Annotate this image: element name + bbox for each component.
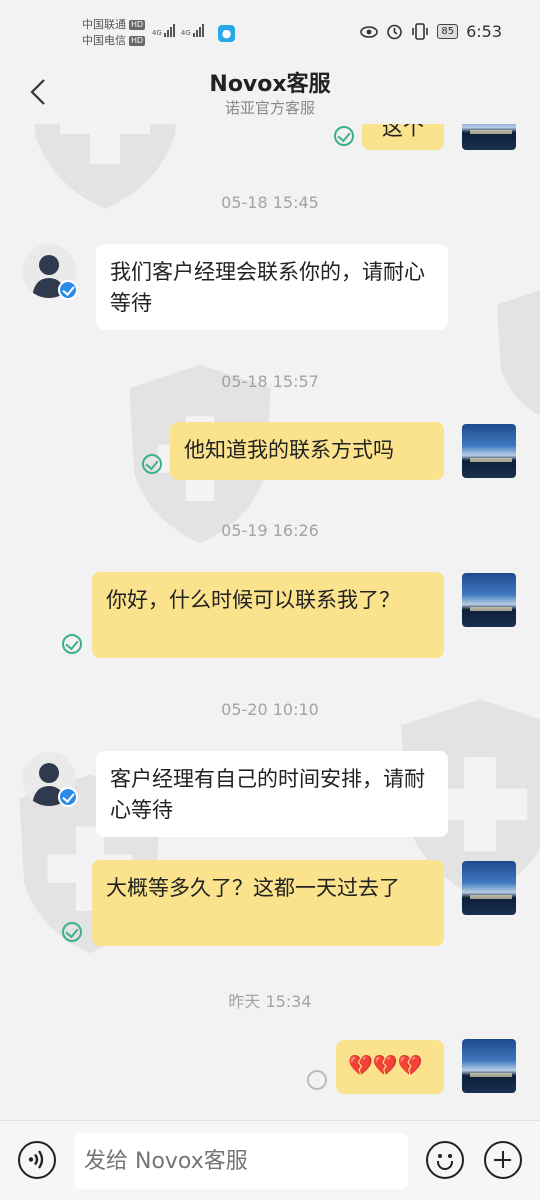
notification-app-icon: ● [218, 25, 235, 42]
alarm-icon [387, 24, 403, 40]
my-avatar[interactable] [462, 573, 516, 627]
shield-watermark-icon [497, 290, 540, 416]
voice-input-button[interactable] [18, 1141, 56, 1179]
chat-header: Novox客服 诺亚官方客服 [0, 60, 540, 124]
message-bubble-outgoing[interactable]: 💔💔💔 [336, 1040, 444, 1094]
message-input[interactable] [74, 1133, 408, 1189]
voice-icon [28, 1150, 44, 1169]
sending-status-icon [307, 1070, 327, 1090]
timestamp: 05-18 15:45 [221, 193, 319, 212]
my-avatar[interactable] [462, 124, 516, 150]
emoji-button[interactable] [426, 1141, 464, 1179]
timestamp: 昨天 15:34 [228, 992, 312, 1011]
my-avatar[interactable] [462, 424, 516, 478]
message-bubble-outgoing[interactable]: 他知道我的联系方式吗 [170, 422, 444, 480]
signal-icon: 4G [181, 24, 204, 37]
read-status-icon [334, 126, 354, 146]
signal-icons: 4G 4G [152, 24, 204, 37]
my-avatar[interactable] [462, 861, 516, 915]
verified-badge-icon [58, 280, 78, 300]
my-avatar[interactable] [462, 1039, 516, 1093]
message-bubble-outgoing[interactable]: 大概等多久了？这都一天过去了 [92, 860, 444, 946]
read-status-icon [62, 634, 82, 654]
smile-icon [437, 1161, 453, 1170]
eye-icon [360, 25, 379, 38]
signal-icon: 4G [152, 24, 175, 37]
read-status-icon [142, 454, 162, 474]
message-bubble-outgoing[interactable]: 这个 [362, 124, 444, 150]
timestamp: 05-19 16:26 [221, 521, 319, 540]
page-title: Novox客服 [209, 72, 331, 97]
more-options-button[interactable] [484, 1141, 522, 1179]
battery-icon: 85 [437, 24, 459, 39]
input-bar [0, 1120, 540, 1200]
hd-badge: HD [129, 20, 146, 30]
status-bar: 中国联通 HD 中国电信 HD 4G 4G ● 85 6:53 [0, 0, 540, 60]
carrier-info: 中国联通 HD 中国电信 HD [82, 17, 146, 49]
page-subtitle: 诺亚官方客服 [224, 99, 315, 117]
read-status-icon [62, 922, 82, 942]
network-type: 4G [152, 29, 162, 37]
message-bubble-incoming[interactable]: 我们客户经理会联系你的，请耐心等待 [96, 244, 448, 330]
hd-badge: HD [129, 36, 146, 46]
message-bubble-incoming[interactable]: 客户经理有自己的时间安排，请耐心等待 [96, 751, 448, 837]
network-type: 4G [180, 29, 191, 37]
message-bubble-outgoing[interactable]: 你好，什么时候可以联系我了？ [92, 572, 444, 658]
system-status-icons: 85 6:53 [360, 22, 502, 41]
carrier-2: 中国电信 [82, 34, 126, 47]
timestamp: 05-18 15:57 [221, 372, 319, 391]
vibrate-icon [412, 23, 429, 40]
clock: 6:53 [466, 22, 502, 41]
timestamp: 05-20 10:10 [221, 700, 319, 719]
carrier-1: 中国联通 [82, 18, 126, 31]
verified-badge-icon [58, 787, 78, 807]
chat-area[interactable]: 这个 05-18 15:45 我们客户经理会联系你的，请耐心等待 05-18 1… [0, 124, 540, 1120]
